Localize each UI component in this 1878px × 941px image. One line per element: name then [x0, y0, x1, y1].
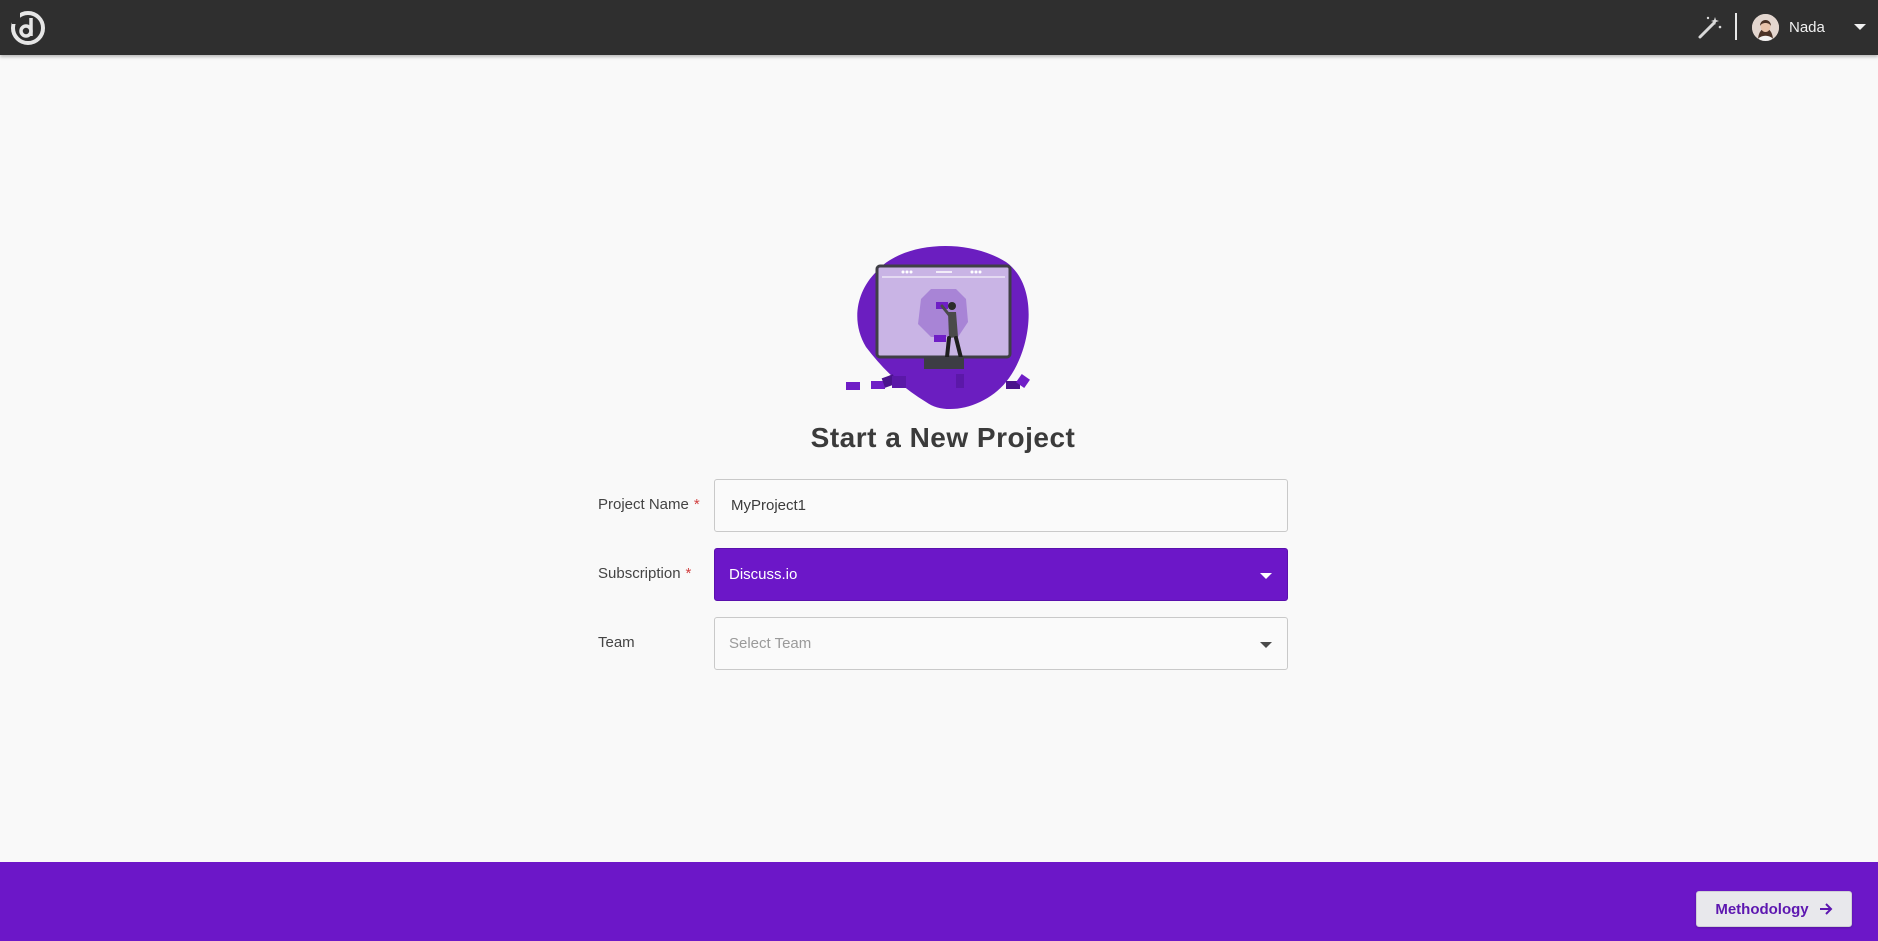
avatar	[1752, 13, 1779, 41]
methodology-label: Methodology	[1715, 900, 1809, 918]
topbar-divider	[1735, 13, 1737, 40]
user-menu[interactable]: Nada	[1752, 13, 1872, 41]
subscription-row: Subscription * Discuss.io	[598, 548, 1288, 601]
project-name-input[interactable]	[729, 496, 1273, 515]
project-name-label: Project Name *	[598, 496, 700, 513]
team-placeholder: Select Team	[729, 635, 812, 652]
team-label: Team	[598, 634, 635, 651]
discuss-logo-icon[interactable]	[10, 10, 46, 46]
required-marker: *	[685, 565, 692, 582]
caret-down-icon[interactable]	[1854, 24, 1866, 30]
arrow-right-icon	[1819, 903, 1833, 915]
chevron-down-icon[interactable]	[1260, 573, 1272, 579]
chevron-down-icon[interactable]	[1260, 642, 1272, 648]
methodology-button[interactable]: Methodology	[1696, 891, 1852, 927]
page-title: Start a New Project	[810, 422, 1076, 453]
team-select[interactable]: Select Team	[714, 617, 1288, 670]
user-name: Nada	[1789, 18, 1825, 36]
top-navigation-bar: Nada	[0, 0, 1878, 55]
footer-bar: Methodology	[0, 862, 1878, 941]
subscription-label: Subscription *	[598, 565, 692, 582]
team-row: Team Select Team	[598, 617, 1288, 670]
subscription-selected-value: Discuss.io	[729, 566, 798, 583]
subscription-select[interactable]: Discuss.io	[714, 548, 1288, 601]
magic-wand-icon[interactable]	[1695, 13, 1723, 41]
project-name-row: Project Name *	[598, 479, 1288, 532]
project-illustration	[846, 245, 1030, 410]
required-marker: *	[693, 496, 700, 513]
project-name-field[interactable]	[714, 479, 1288, 532]
